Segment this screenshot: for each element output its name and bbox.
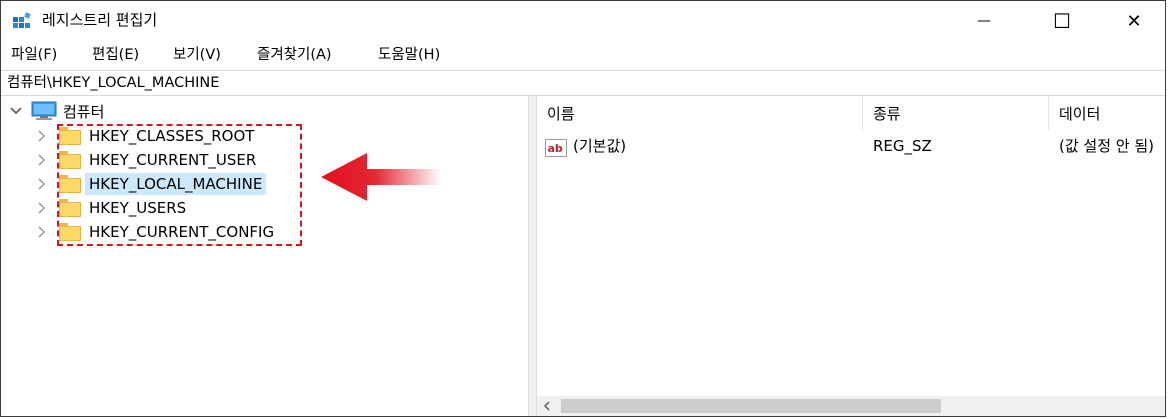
tree-root-label: 컴퓨터 (63, 102, 105, 121)
value-row-data: (값 설정 안 됨) (1059, 137, 1155, 155)
column-header-name[interactable]: 이름 (537, 96, 863, 130)
address-path: 컴퓨터\HKEY_LOCAL_MACHINE (7, 75, 220, 91)
address-bar[interactable]: 컴퓨터\HKEY_LOCAL_MACHINE (1, 70, 1165, 96)
close-icon: ✕ (1126, 10, 1142, 32)
scroll-left-icon[interactable] (543, 401, 551, 411)
computer-icon (31, 101, 57, 120)
title-bar: 레지스트리 편집기 — ☐ ✕ (1, 1, 1165, 41)
menu-help[interactable]: 도움말(H) (378, 45, 440, 65)
minimize-icon: — (977, 13, 991, 29)
arrow-left-icon (321, 153, 441, 201)
value-row-type: REG_SZ (873, 137, 932, 155)
chevron-right-icon[interactable] (35, 225, 49, 239)
tree-root-computer[interactable]: 컴퓨터 (9, 99, 104, 123)
column-header-data[interactable]: 데이터 (1049, 96, 1165, 130)
menu-edit[interactable]: 편집(E) (92, 45, 139, 65)
chevron-right-icon[interactable] (35, 201, 49, 215)
menu-file[interactable]: 파일(F) (11, 45, 57, 65)
chevron-right-icon[interactable] (35, 153, 49, 167)
pane-splitter[interactable] (528, 96, 537, 416)
column-header-type[interactable]: 종류 (863, 96, 1049, 130)
highlight-box (57, 124, 302, 246)
registry-editor-icon (13, 12, 31, 28)
minimize-button[interactable]: — (961, 1, 1007, 41)
registry-editor-window: 레지스트리 편집기 — ☐ ✕ 파일(F) 편집(E) 보기(V) 즐겨찾기(A… (0, 0, 1166, 417)
values-pane: 이름 종류 데이터 ab (기본값) REG_SZ (값 설정 안 됨) (537, 96, 1165, 416)
chevron-right-icon[interactable] (35, 129, 49, 143)
menu-bar: 파일(F) 편집(E) 보기(V) 즐겨찾기(A) 도움말(H) (1, 41, 1165, 69)
svg-text:ab: ab (548, 142, 563, 155)
chevron-right-icon[interactable] (35, 177, 49, 191)
horizontal-scrollbar[interactable] (537, 396, 1165, 416)
chevron-down-icon[interactable] (9, 104, 23, 118)
maximize-icon: ☐ (1053, 9, 1071, 33)
string-value-icon: ab (545, 139, 567, 157)
window-title: 레지스트리 편집기 (42, 11, 158, 29)
scrollbar-thumb[interactable] (561, 399, 941, 413)
menu-favorites[interactable]: 즐겨찾기(A) (257, 45, 332, 65)
value-row-name[interactable]: (기본값) (573, 136, 626, 156)
close-button[interactable]: ✕ (1111, 1, 1157, 41)
maximize-button[interactable]: ☐ (1039, 1, 1085, 41)
menu-view[interactable]: 보기(V) (173, 45, 221, 65)
